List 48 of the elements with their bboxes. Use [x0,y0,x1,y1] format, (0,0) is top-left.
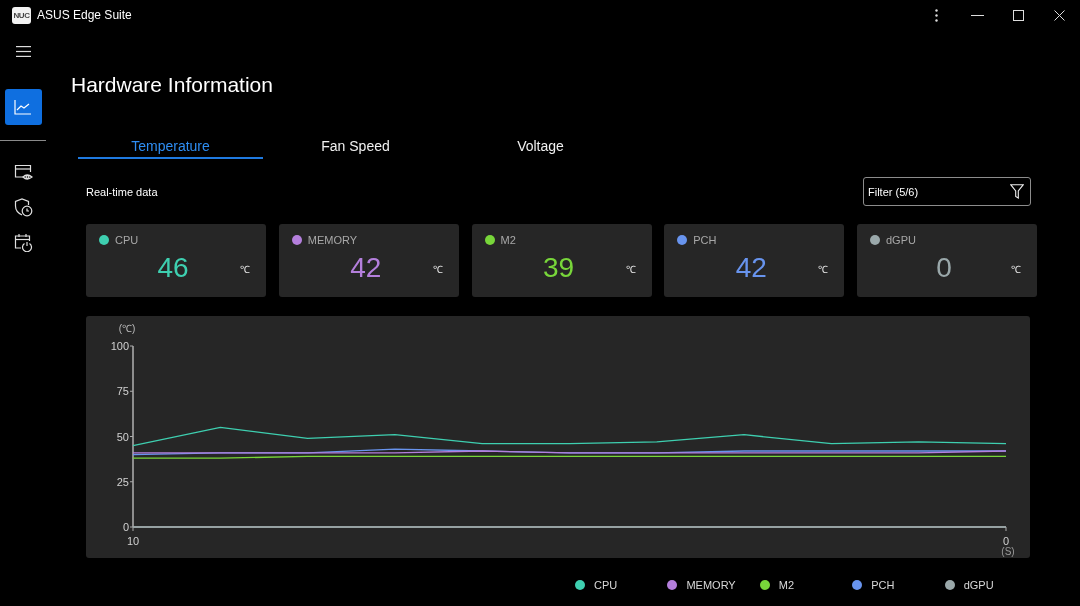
legend-label: MEMORY [686,579,736,591]
x-tick-label: 0 [1002,535,1010,547]
sensor-name: CPU [115,234,139,246]
app-logo: NUC [12,6,31,24]
filter-icon [1010,184,1024,199]
window-title: ASUS Edge Suite [37,8,132,22]
sensor-value: 0 [935,252,953,284]
y-tick-label: 50 [116,430,129,443]
tab[interactable]: Temperature [78,136,263,159]
unit-label: ℃ [432,263,443,276]
x-tick-label: 10 [126,535,140,547]
y-tick-label: 100 [110,340,129,352]
x-axis-unit: (S) [1001,546,1015,557]
tab[interactable]: Voltage [448,136,633,159]
minimize-icon [971,14,984,16]
kebab-icon [935,8,938,22]
legend-label: M2 [778,579,795,591]
sensor-name: dGPU [886,234,916,246]
tab[interactable]: Fan Speed [263,136,448,159]
window-eye-icon [13,163,33,181]
unit-label: ℃ [625,263,636,276]
sensor-name: PCH [693,234,717,246]
maximize-icon [1013,9,1024,21]
filter-button[interactable]: Filter (5/6) [863,177,1031,206]
page-title: Hardware Information [71,72,273,98]
section-label: Real-time data [86,185,158,198]
y-tick-label: 75 [116,385,129,398]
close-icon [1054,9,1065,21]
unit-label: ℃ [240,263,250,276]
legend-label: CPU [594,579,618,591]
menu-icon [15,45,31,57]
calendar-power-icon [13,232,33,252]
sensor-name: M2 [500,234,516,246]
line-chart-icon [14,99,32,115]
shield-clock-icon [13,197,33,217]
y-tick-label: 25 [116,475,129,488]
sensor-value: 39 [541,252,576,284]
unit-label: ℃ [818,263,829,276]
y-axis-unit: (℃) [118,323,136,334]
sensor-value: 42 [349,252,383,284]
legend-label: dGPU [963,579,994,591]
sensor-value: 46 [156,252,190,284]
sensor-name: MEMORY [307,234,358,246]
sensor-value: 42 [734,252,768,284]
unit-label: ℃ [1011,263,1021,276]
y-tick-label: 0 [122,521,129,533]
sidebar-item[interactable] [4,89,42,125]
legend-label: PCH [871,579,895,591]
